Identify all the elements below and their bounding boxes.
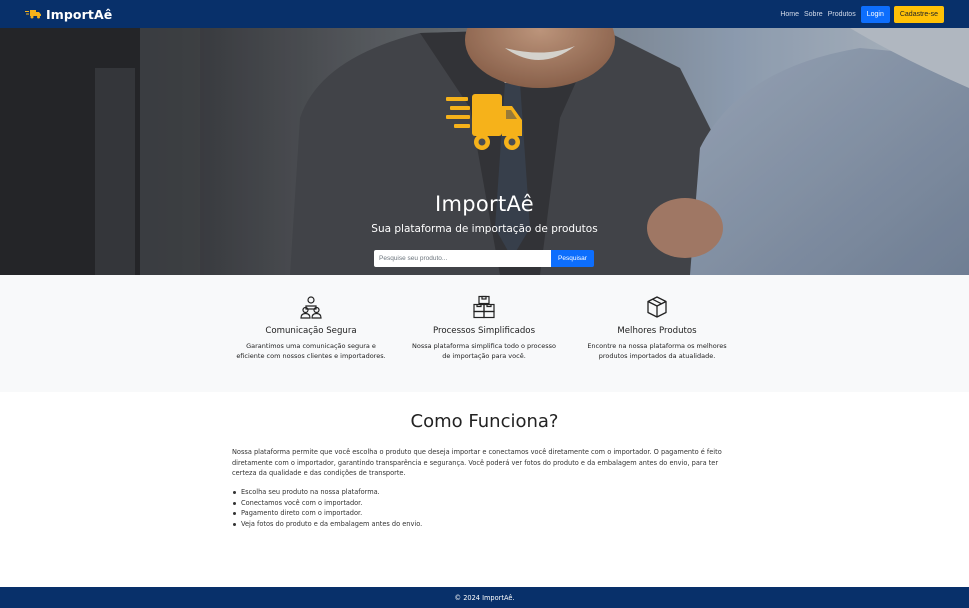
feature-description-line: Nossa plataforma simplifica todo o proce… bbox=[412, 342, 556, 350]
nav-home-link[interactable]: Home bbox=[780, 11, 799, 18]
feature-best-products: Melhores Produtos Encontre na nossa plat… bbox=[569, 295, 745, 361]
brand-link[interactable]: ImportAê bbox=[25, 7, 112, 22]
how-it-works-steps: Escolha seu produto na nossa plataforma.… bbox=[232, 487, 740, 529]
paragraph-line: certeza da qualidade e das condições de … bbox=[232, 469, 406, 477]
how-it-works-title: Como Funciona? bbox=[410, 411, 559, 432]
hero-title: ImportAê bbox=[434, 192, 534, 216]
people-icon bbox=[300, 296, 322, 319]
box-icon bbox=[647, 296, 667, 318]
feature-secure-communication: Comunicação Segura Garantimos uma comuni… bbox=[223, 295, 399, 361]
search-button[interactable]: Pesquisar bbox=[551, 250, 594, 267]
nav-products-link[interactable]: Produtos bbox=[828, 11, 856, 18]
search-form: Pesquisar bbox=[374, 250, 594, 267]
footer: © 2024 ImportAê. bbox=[0, 587, 969, 608]
nav-about-link[interactable]: Sobre bbox=[804, 11, 823, 18]
feature-description-line: Garantimos uma comunicação segura e bbox=[246, 342, 376, 350]
list-item: Pagamento direto com o importador. bbox=[232, 508, 740, 519]
nav-links: Home Sobre Produtos Login Cadastre-se bbox=[775, 0, 944, 28]
features-section: Comunicação Segura Garantimos uma comuni… bbox=[0, 275, 969, 392]
feature-description: Nossa plataforma simplifica todo o proce… bbox=[396, 341, 572, 361]
search-input[interactable] bbox=[374, 250, 551, 267]
feature-description-line: de importação para você. bbox=[442, 352, 526, 360]
feature-description-line: Encontre na nossa plataforma os melhores bbox=[587, 342, 727, 350]
login-button[interactable]: Login bbox=[860, 5, 890, 23]
truck-icon bbox=[25, 10, 41, 19]
truck-icon bbox=[446, 94, 522, 150]
list-item: Conectamos você com o importador. bbox=[232, 498, 740, 509]
feature-description: Encontre na nossa plataforma os melhores… bbox=[569, 341, 745, 361]
list-item: Escolha seu produto na nossa plataforma. bbox=[232, 487, 740, 498]
signup-button[interactable]: Cadastre-se bbox=[893, 5, 944, 23]
feature-title: Processos Simplificados bbox=[432, 326, 536, 336]
paragraph-line: diretamente com o importador, garantindo… bbox=[232, 458, 719, 467]
list-item: Veja fotos do produto e da embalagem ant… bbox=[232, 519, 740, 530]
feature-title: Melhores Produtos bbox=[617, 326, 697, 336]
brand-name: ImportAê bbox=[46, 6, 113, 22]
hero-subtitle: Sua plataforma de importação de produtos bbox=[371, 223, 598, 235]
feature-description-line: produtos importados da atualidade. bbox=[598, 352, 716, 360]
hero-section: ImportAê Sua plataforma de importação de… bbox=[0, 28, 969, 275]
boxes-icon bbox=[473, 295, 495, 319]
navbar: ImportAê Home Sobre Produtos Login Cadas… bbox=[0, 0, 969, 28]
copyright-text: © 2024 ImportAê. bbox=[454, 593, 515, 602]
how-it-works-paragraph: Nossa plataforma permite que você escolh… bbox=[232, 447, 740, 479]
feature-title: Comunicação Segura bbox=[265, 326, 357, 336]
paragraph-line: Nossa plataforma permite que você escolh… bbox=[232, 448, 722, 456]
feature-simplified-processes: Processos Simplificados Nossa plataforma… bbox=[396, 295, 572, 361]
feature-description-line: eficiente com nossos clientes e importad… bbox=[236, 352, 386, 360]
feature-description: Garantimos uma comunicação segura e efic… bbox=[223, 341, 399, 361]
